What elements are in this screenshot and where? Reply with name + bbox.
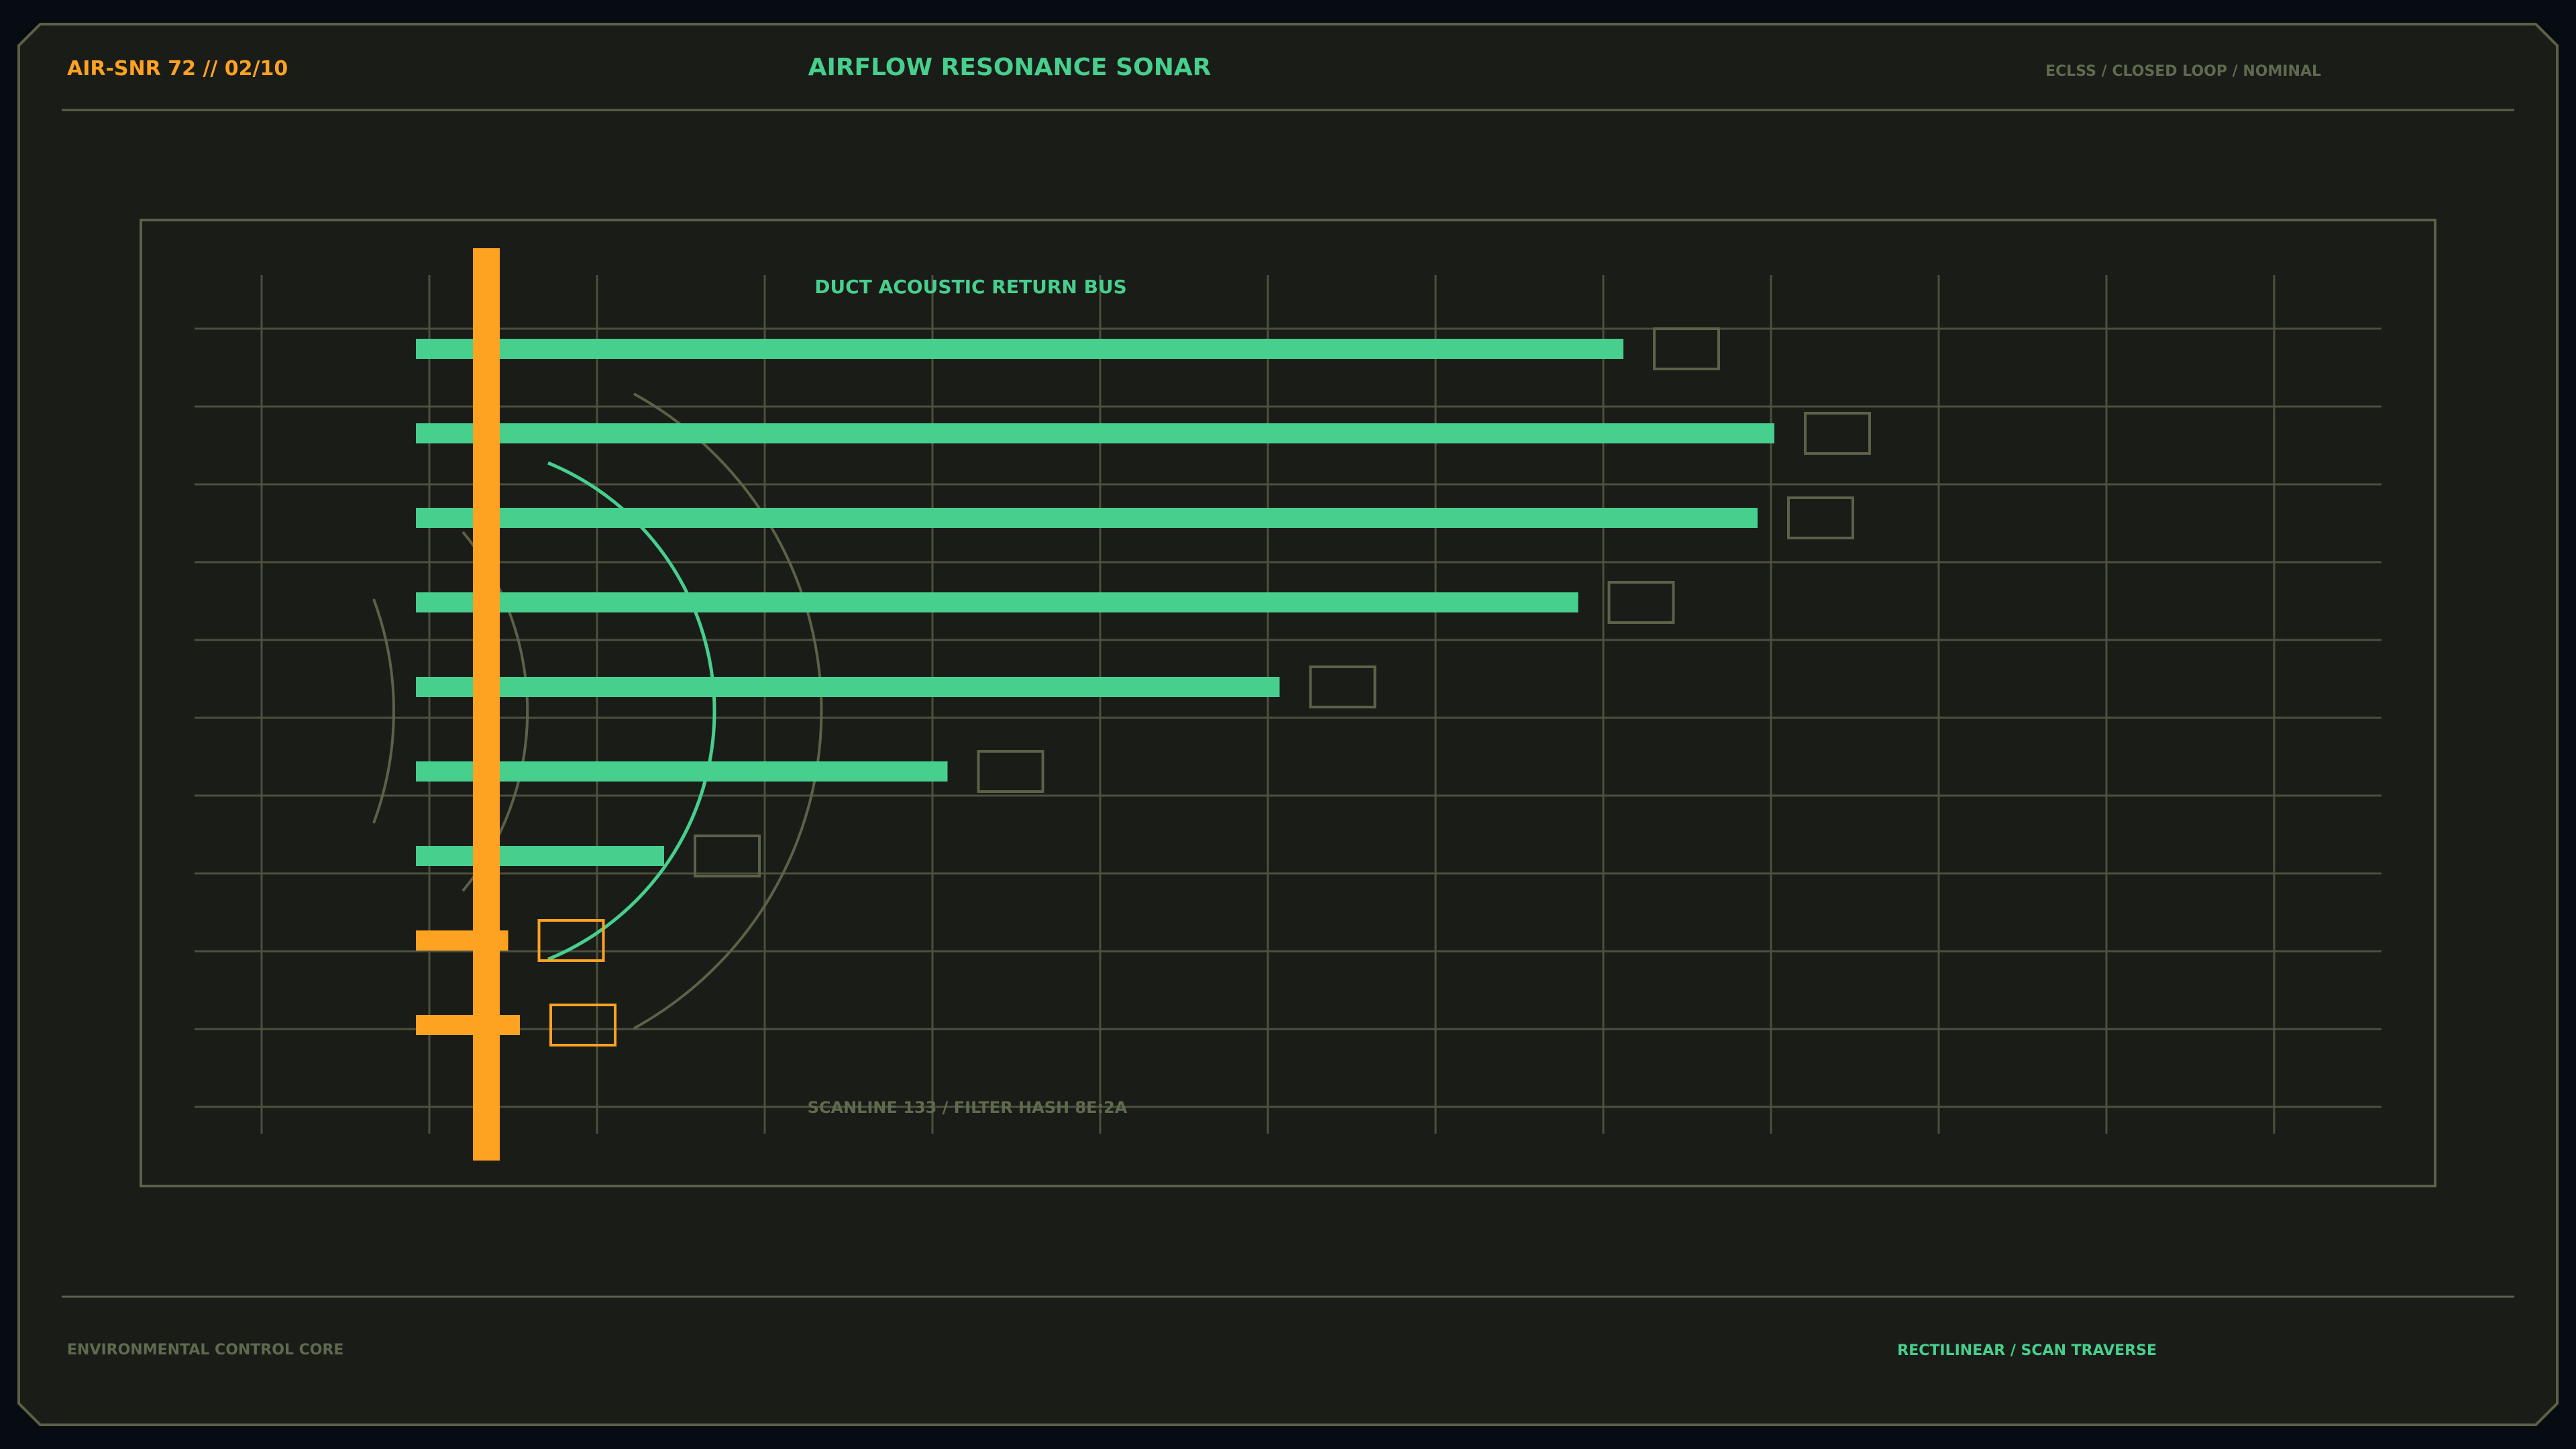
outer-panel (17, 23, 2559, 1426)
page-title: AIRFLOW RESONANCE SONAR (808, 54, 1212, 81)
chart-footnote: SCANLINE 133 / FILTER HASH 8E:2A (808, 1098, 1128, 1117)
data-bar (416, 423, 1774, 443)
footer-right-label: RECTILINEAR / SCAN TRAVERSE (1897, 1342, 2157, 1359)
scan-cursor[interactable] (473, 248, 500, 1161)
data-bar (416, 592, 1578, 612)
sonar-display: AIR-SNR 72 // 02/10 AIRFLOW RESONANCE SO… (17, 23, 2559, 1426)
footer-left-label: ENVIRONMENTAL CONTROL CORE (67, 1342, 343, 1358)
device-id-label: AIR-SNR 72 // 02/10 (67, 57, 288, 80)
data-bar (416, 677, 1280, 697)
data-bar (416, 339, 1623, 359)
data-bar (416, 1015, 520, 1035)
data-bar (416, 508, 1758, 528)
data-bar (416, 846, 664, 866)
chart-title: DUCT ACOUSTIC RETURN BUS (814, 276, 1127, 298)
system-status: ECLSS / CLOSED LOOP / NOMINAL (2045, 63, 2321, 80)
